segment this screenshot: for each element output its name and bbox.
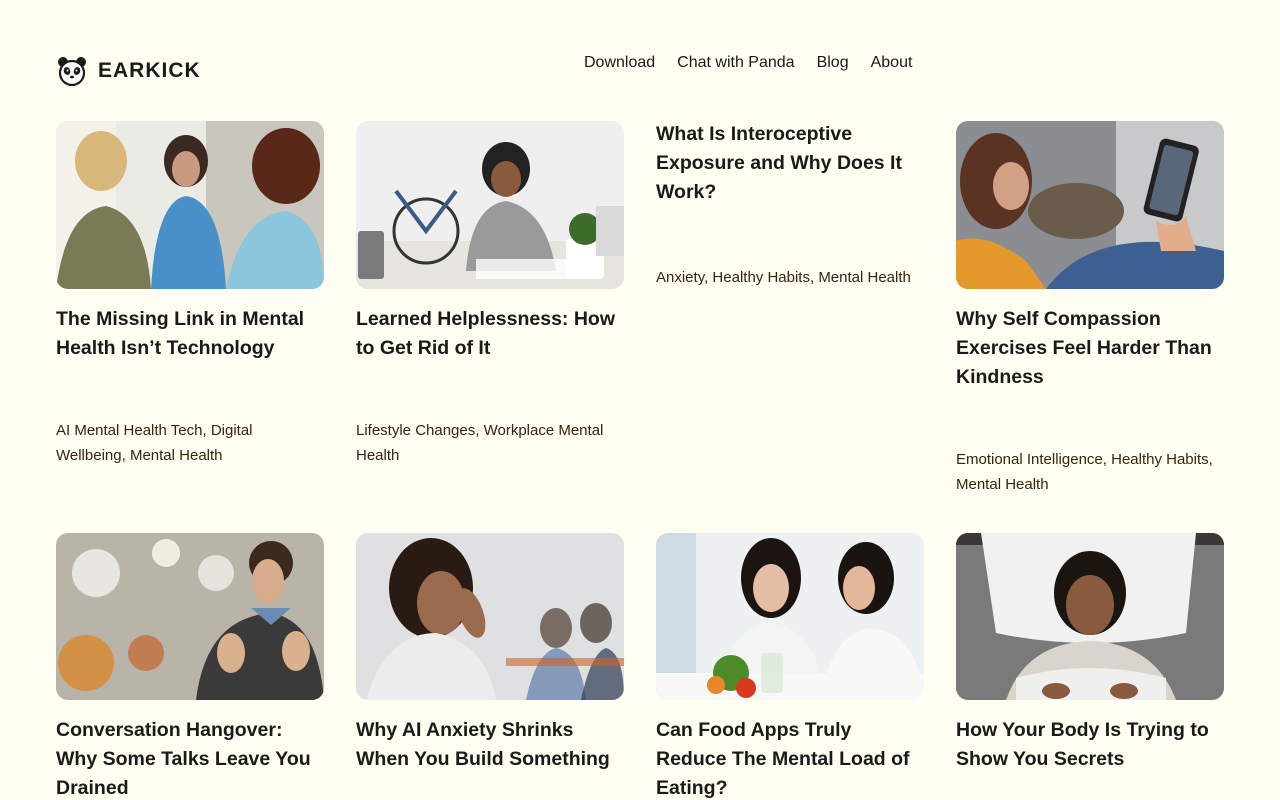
post-title[interactable]: Conversation Hangover: Why Some Talks Le… — [56, 716, 324, 800]
post-title[interactable]: The Missing Link in Mental Health Isn’t … — [56, 305, 324, 363]
post-tags: Anxiety, Healthy Habits, Mental Health — [656, 265, 924, 290]
post-title[interactable]: Learned Helplessness: How to Get Rid of … — [356, 305, 624, 363]
nav-blog[interactable]: Blog — [817, 53, 849, 73]
post-tags: AI Mental Health Tech, Digital Wellbeing… — [56, 418, 324, 468]
post-card: What Is Interoceptive Exposure and Why D… — [656, 120, 924, 290]
post-tags: Lifestyle Changes, Workplace Mental Heal… — [356, 418, 624, 468]
post-card: Why Self Compassion Exercises Feel Harde… — [956, 121, 1224, 497]
post-thumbnail[interactable] — [356, 121, 624, 289]
tag-separator: , — [202, 422, 211, 439]
post-card: Learned Helplessness: How to Get Rid of … — [356, 121, 624, 468]
logo-link[interactable]: EARKICK — [56, 55, 201, 87]
nav-download[interactable]: Download — [584, 53, 655, 73]
post-card: Can Food Apps Truly Reduce The Mental Lo… — [656, 533, 924, 800]
post-tag[interactable]: Mental Health — [956, 476, 1049, 493]
blog-page: EARKICK Download Chat with Panda Blog Ab… — [0, 0, 1280, 800]
post-thumbnail[interactable] — [56, 533, 324, 700]
tag-separator: , — [1208, 451, 1213, 468]
post-card: How Your Body Is Trying to Show You Secr… — [956, 533, 1224, 774]
post-tag[interactable]: Mental Health — [818, 269, 911, 286]
tag-separator: , — [121, 447, 130, 464]
nav-about[interactable]: About — [871, 53, 913, 73]
main-nav: Download Chat with Panda Blog About — [584, 53, 912, 73]
post-tags: Emotional Intelligence, Healthy Habits, … — [956, 447, 1224, 497]
post-thumbnail[interactable] — [956, 121, 1224, 289]
post-tag[interactable]: Healthy Habits — [712, 269, 810, 286]
post-title[interactable]: What Is Interoceptive Exposure and Why D… — [656, 120, 924, 207]
post-tag[interactable]: Mental Health — [130, 447, 223, 464]
post-thumbnail[interactable] — [356, 533, 624, 700]
panda-logo-icon — [56, 55, 88, 87]
post-thumbnail[interactable] — [956, 533, 1224, 700]
tag-separator: , — [1102, 451, 1112, 468]
post-card: The Missing Link in Mental Health Isn’t … — [56, 121, 324, 468]
post-tag[interactable]: Anxiety — [656, 269, 704, 286]
post-title[interactable]: Why AI Anxiety Shrinks When You Build So… — [356, 716, 624, 774]
post-tag[interactable]: Emotional Intelligence — [956, 451, 1103, 468]
tag-separator: , — [475, 422, 484, 439]
site-header: EARKICK Download Chat with Panda Blog Ab… — [0, 0, 1280, 110]
post-card: Why AI Anxiety Shrinks When You Build So… — [356, 533, 624, 774]
post-thumbnail[interactable] — [56, 121, 324, 289]
post-title[interactable]: Can Food Apps Truly Reduce The Mental Lo… — [656, 716, 924, 800]
post-title[interactable]: How Your Body Is Trying to Show You Secr… — [956, 716, 1224, 774]
brand-name: EARKICK — [98, 59, 201, 82]
post-card: Conversation Hangover: Why Some Talks Le… — [56, 533, 324, 800]
post-tag[interactable]: AI Mental Health Tech — [56, 422, 202, 439]
post-tag[interactable]: Lifestyle Changes — [356, 422, 475, 439]
post-title[interactable]: Why Self Compassion Exercises Feel Harde… — [956, 305, 1224, 392]
post-thumbnail[interactable] — [656, 533, 924, 700]
nav-chat-with-panda[interactable]: Chat with Panda — [677, 53, 794, 73]
post-tag[interactable]: Healthy Habits — [1111, 451, 1209, 468]
